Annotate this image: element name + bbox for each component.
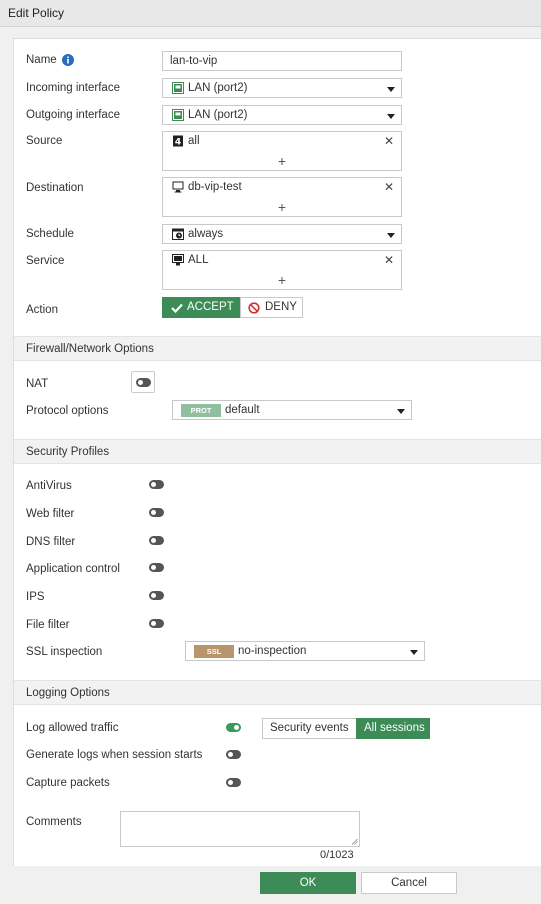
name-label: Name: [26, 54, 57, 66]
antivirus-toggle[interactable]: [149, 480, 164, 489]
add-source-button[interactable]: +: [278, 153, 286, 169]
firewall-section-header: Firewall/Network Options: [14, 336, 541, 361]
schedule-value: always: [188, 228, 224, 240]
ips-label: IPS: [26, 591, 45, 603]
dns-filter-toggle[interactable]: [149, 536, 164, 545]
deny-button-label: DENY: [265, 301, 297, 313]
incoming-interface-label: Incoming interface: [26, 82, 120, 94]
protocol-options-value: default: [225, 404, 260, 416]
capture-packets-label: Capture packets: [26, 777, 110, 789]
resize-handle-icon[interactable]: [351, 838, 358, 845]
comments-counter: 0/1023: [320, 849, 354, 861]
protocol-options-select[interactable]: PROT default: [172, 400, 412, 420]
deny-button[interactable]: DENY: [240, 297, 303, 318]
remove-destination-button[interactable]: ✕: [384, 180, 394, 194]
log-allowed-traffic-toggle[interactable]: [226, 723, 241, 732]
comments-label: Comments: [26, 816, 82, 828]
info-icon[interactable]: [62, 54, 74, 66]
outgoing-interface-value: LAN (port2): [188, 109, 248, 121]
cancel-button[interactable]: Cancel: [361, 872, 457, 894]
ssl-badge: SSL: [194, 645, 234, 658]
chevron-down-icon: [387, 233, 395, 238]
dns-filter-label: DNS filter: [26, 536, 76, 548]
dialog-title: Edit Policy: [0, 0, 541, 27]
outgoing-interface-label: Outgoing interface: [26, 109, 120, 121]
incoming-interface-select[interactable]: LAN (port2): [162, 78, 402, 98]
chevron-down-icon: [387, 114, 395, 119]
security-profiles-section-header: Security Profiles: [14, 439, 541, 464]
ok-button[interactable]: OK: [260, 872, 356, 894]
log-allowed-traffic-label: Log allowed traffic: [26, 722, 119, 734]
action-label: Action: [26, 304, 58, 316]
security-events-button[interactable]: Security events: [262, 718, 357, 739]
check-icon: [171, 303, 183, 313]
web-filter-label: Web filter: [26, 508, 75, 520]
service-label: Service: [26, 255, 65, 267]
chevron-down-icon: [397, 409, 405, 414]
destination-field[interactable]: db-vip-test ✕ +: [162, 177, 402, 217]
schedule-icon: [172, 228, 184, 240]
accept-button-label: ACCEPT: [187, 301, 234, 313]
prot-badge: PROT: [181, 404, 221, 417]
deny-icon: [248, 302, 260, 314]
schedule-label: Schedule: [26, 228, 74, 240]
service-icon: [172, 254, 184, 266]
destination-value: db-vip-test: [188, 181, 242, 193]
address-group-icon: 4: [173, 135, 183, 148]
nat-label: NAT: [26, 378, 49, 390]
antivirus-label: AntiVirus: [26, 480, 72, 492]
web-filter-toggle[interactable]: [149, 508, 164, 517]
schedule-select[interactable]: always: [162, 224, 402, 244]
service-value: ALL: [188, 254, 209, 266]
protocol-options-label: Protocol options: [26, 405, 109, 417]
application-control-toggle[interactable]: [149, 563, 164, 572]
add-destination-button[interactable]: +: [278, 199, 286, 215]
chevron-down-icon: [387, 87, 395, 92]
remove-source-button[interactable]: ✕: [384, 134, 394, 148]
accept-button[interactable]: ACCEPT: [162, 297, 240, 318]
application-control-label: Application control: [26, 563, 120, 575]
lan-port-icon: [172, 109, 184, 121]
generate-logs-toggle[interactable]: [226, 750, 241, 759]
nat-toggle[interactable]: [136, 378, 151, 387]
virtual-ip-icon: [172, 181, 184, 193]
incoming-interface-value: LAN (port2): [188, 82, 248, 94]
outgoing-interface-select[interactable]: LAN (port2): [162, 105, 402, 125]
ips-toggle[interactable]: [149, 591, 164, 600]
source-value: all: [188, 135, 200, 147]
service-field[interactable]: ALL ✕ +: [162, 250, 402, 290]
name-input[interactable]: lan-to-vip: [162, 51, 402, 71]
add-service-button[interactable]: +: [278, 272, 286, 288]
source-label: Source: [26, 135, 63, 147]
ssl-inspection-value: no-inspection: [238, 645, 307, 657]
nat-toggle-wrapper[interactable]: [131, 371, 155, 393]
name-input-value: lan-to-vip: [170, 55, 218, 67]
source-field[interactable]: 4 all ✕ +: [162, 131, 402, 171]
logging-section-header: Logging Options: [14, 680, 541, 705]
ssl-inspection-label: SSL inspection: [26, 646, 103, 658]
remove-service-button[interactable]: ✕: [384, 253, 394, 267]
all-sessions-label: All sessions: [364, 722, 425, 734]
file-filter-label: File filter: [26, 619, 70, 631]
generate-logs-label: Generate logs when session starts: [26, 749, 203, 761]
comments-textarea[interactable]: [120, 811, 360, 847]
ssl-inspection-select[interactable]: SSL no-inspection: [185, 641, 425, 661]
file-filter-toggle[interactable]: [149, 619, 164, 628]
policy-form-panel: Name lan-to-vip Incoming interface LAN (…: [13, 38, 541, 866]
capture-packets-toggle[interactable]: [226, 778, 241, 787]
chevron-down-icon: [410, 650, 418, 655]
lan-port-icon: [172, 82, 184, 94]
destination-label: Destination: [26, 182, 84, 194]
svg-text:4: 4: [175, 138, 181, 148]
all-sessions-button[interactable]: All sessions: [356, 718, 430, 739]
security-events-label: Security events: [270, 722, 349, 734]
